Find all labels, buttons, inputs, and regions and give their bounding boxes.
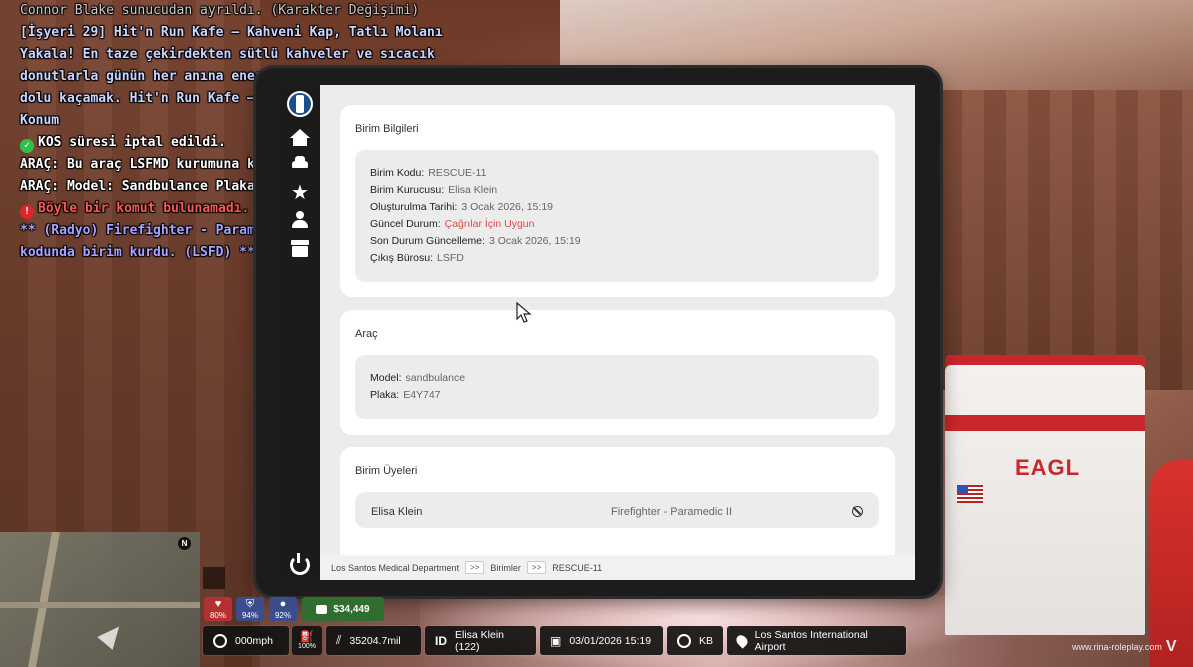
player-id-display: ID Elisa Klein (122) bbox=[425, 626, 536, 655]
id-label: ID bbox=[435, 633, 447, 648]
chat-line-text: Böyle bir komut bulunamadı. bbox=[38, 201, 250, 216]
vehicle-title: Araç bbox=[355, 328, 378, 340]
table-row[interactable]: Elisa Klein Firefighter - Paramedic II bbox=[355, 492, 879, 528]
unit-info-title: Birim Bilgileri bbox=[355, 123, 419, 135]
vehicle-panel: Model: sandbulance Plaka: E4Y747 bbox=[355, 355, 879, 419]
minimap-road bbox=[28, 532, 60, 667]
calendar-icon: ▣ bbox=[550, 633, 562, 648]
direction-display: KB bbox=[667, 626, 723, 655]
minimap-road bbox=[0, 602, 200, 608]
fuel-pump-icon: ⛽ bbox=[300, 631, 314, 643]
money-display: $34,449 bbox=[302, 597, 384, 621]
north-indicator: N bbox=[178, 537, 191, 550]
block-icon[interactable] bbox=[852, 506, 863, 517]
ambulance-logo: EAGL bbox=[1015, 455, 1081, 480]
mouse-cursor-icon bbox=[516, 302, 532, 323]
datetime-value: 03/01/2026 15:19 bbox=[569, 634, 652, 647]
minimap bbox=[0, 532, 200, 667]
field-unit-founder: Birim Kurucusu: Elisa Klein bbox=[370, 184, 498, 196]
breadcrumb-units[interactable]: Birimler bbox=[490, 563, 521, 573]
speedometer-icon bbox=[213, 633, 227, 648]
health-indicator: ♥ 80% bbox=[204, 597, 232, 621]
firetruck-vehicle bbox=[1150, 460, 1193, 667]
us-flag-icon bbox=[957, 485, 983, 503]
heart-icon: ♥ bbox=[214, 598, 222, 610]
field-current-status: Güncel Durum: Çağrılar İçin Uygun bbox=[370, 218, 535, 230]
food-icon: ● bbox=[279, 598, 287, 610]
location-display: Los Santos International Airport bbox=[727, 626, 906, 655]
check-icon: ✓ bbox=[20, 139, 34, 153]
field-created-date: Oluşturulma Tarihi: 3 Ocak 2026, 15:19 bbox=[370, 201, 553, 213]
field-unit-code: Birim Kodu: RESCUE-11 bbox=[370, 167, 487, 179]
location-pin-icon bbox=[734, 632, 750, 649]
field-plate: Plaka: E4Y747 bbox=[370, 389, 441, 401]
mdt-tablet: ★ Birim Bilgileri Birim Kodu: RESCUE-11 B… bbox=[256, 68, 940, 596]
field-office: Çıkış Bürosu: LSFD bbox=[370, 252, 464, 264]
watermark-url: www.rina-roleplay.com bbox=[1072, 642, 1162, 652]
mileage-value: 35204.7mil bbox=[349, 634, 401, 647]
background-right-wall bbox=[940, 90, 1193, 390]
ambulance-vehicle: EAGL bbox=[945, 355, 1145, 635]
member-role: Firefighter - Paramedic II bbox=[611, 506, 733, 518]
datetime-display: ▣ 03/01/2026 15:19 bbox=[540, 626, 663, 655]
star-icon[interactable]: ★ bbox=[290, 182, 310, 202]
error-icon: ! bbox=[20, 205, 34, 219]
chat-line-text: KOS süresi iptal edildi. bbox=[38, 135, 226, 150]
compass-icon bbox=[677, 633, 691, 648]
status-badge: Çağrılar İçin Uygun bbox=[444, 218, 535, 230]
member-name: Elisa Klein bbox=[371, 506, 423, 518]
player-name: Elisa Klein (122) bbox=[455, 628, 505, 653]
breadcrumb-root[interactable]: Los Santos Medical Department bbox=[331, 563, 459, 573]
fuel-display: ⛽ 100% bbox=[292, 626, 322, 655]
direction-value: KB bbox=[698, 634, 713, 647]
shield-icon: ⛨ bbox=[245, 598, 255, 610]
unit-info-panel: Birim Kodu: RESCUE-11 Birim Kurucusu: Elis… bbox=[355, 150, 879, 282]
vehicle-card: Araç Model: sandbulance Plaka: E4Y747 bbox=[340, 310, 895, 435]
speed-value: 000mph bbox=[235, 634, 273, 647]
minimap-overlay bbox=[203, 567, 225, 589]
server-logo-icon: V bbox=[1165, 638, 1177, 655]
members-title: Birim Üyeleri bbox=[355, 465, 418, 477]
users-icon[interactable] bbox=[290, 211, 310, 229]
player-blip-icon bbox=[97, 620, 127, 650]
vehicle-icon[interactable] bbox=[290, 155, 310, 173]
money-amount: $34,449 bbox=[333, 603, 370, 615]
speed-display: 000mph bbox=[203, 626, 289, 655]
unit-info-card: Birim Bilgileri Birim Kodu: RESCUE-11 Bir… bbox=[340, 105, 895, 297]
field-model: Model: sandbulance bbox=[370, 372, 466, 384]
road-icon: ⫽ bbox=[336, 633, 342, 647]
watermark: www.rina-roleplay.com V bbox=[1072, 638, 1177, 656]
chat-line: Connor Blake sunucudan ayrıldı. (Karakte… bbox=[20, 3, 420, 18]
sidebar: ★ bbox=[280, 85, 320, 580]
power-icon[interactable] bbox=[290, 553, 310, 575]
home-icon[interactable] bbox=[290, 129, 310, 147]
location-value: Los Santos International Airport bbox=[754, 628, 868, 653]
members-card: Birim Üyeleri Elisa Klein Firefighter - … bbox=[340, 447, 895, 555]
breadcrumb: Los Santos Medical Department >> Birimle… bbox=[320, 555, 915, 580]
breadcrumb-separator: >> bbox=[526, 561, 547, 574]
tablet-screen: ★ Birim Bilgileri Birim Kodu: RESCUE-11 B… bbox=[280, 85, 915, 580]
wallet-icon bbox=[316, 604, 328, 614]
archive-icon[interactable] bbox=[290, 240, 310, 258]
breadcrumb-current: RESCUE-11 bbox=[552, 562, 603, 573]
armor-indicator: ⛨ 94% bbox=[236, 597, 264, 621]
lsfd-logo-icon[interactable] bbox=[287, 91, 313, 117]
ambulance-stripe bbox=[945, 415, 1145, 431]
field-last-update: Son Durum Güncelleme: 3 Ocak 2026, 15:19 bbox=[370, 235, 581, 247]
mileage-display: ⫽ 35204.7mil bbox=[326, 626, 421, 655]
breadcrumb-separator: >> bbox=[465, 561, 485, 574]
hunger-indicator: ● 92% bbox=[269, 597, 297, 621]
fuel-value: 100% bbox=[298, 643, 316, 650]
content-area: Birim Bilgileri Birim Kodu: RESCUE-11 Bir… bbox=[320, 85, 915, 555]
